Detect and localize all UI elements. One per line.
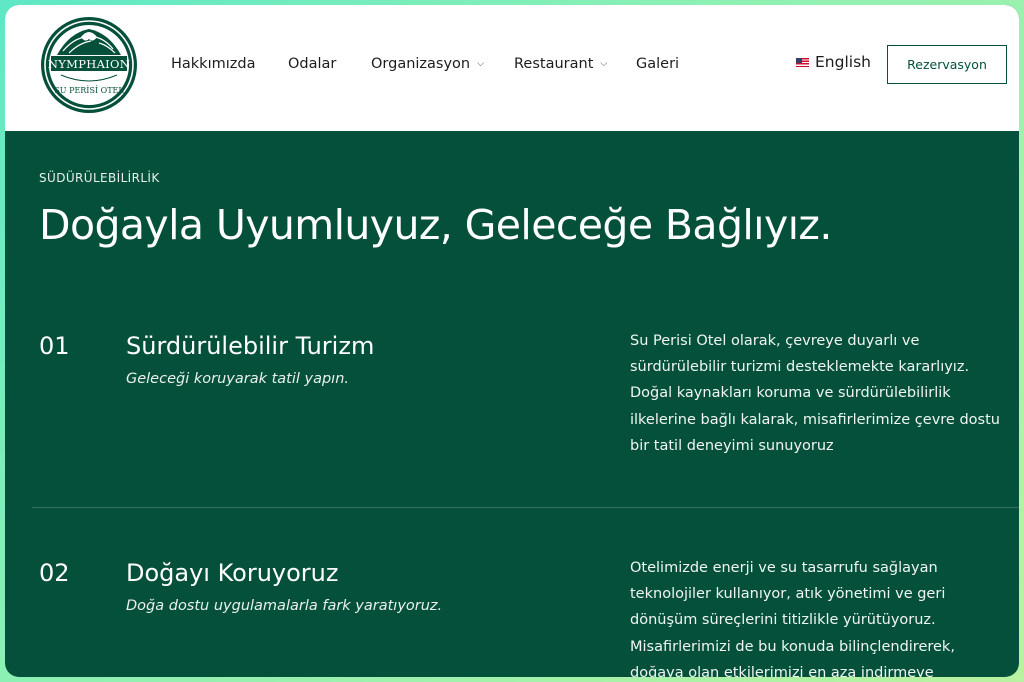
section-eyebrow: SÜDÜRÜLEBİLİRLİK <box>39 171 160 185</box>
feature-description: Su Perisi Otel olarak, çevreye duyarlı v… <box>630 333 1000 454</box>
nav-item-label: Organizasyon <box>371 56 471 72</box>
nav-item-galeri[interactable]: Galeri <box>636 56 679 72</box>
chevron-down-icon: ⌵ <box>477 59 484 69</box>
chevron-down-icon: ⌵ <box>600 59 608 69</box>
nav-item-label: Odalar <box>288 56 337 72</box>
logo-wordmark: NYMPHAION <box>48 57 130 71</box>
site-header: NYMPHAION SU PERİSİ OTEL Hakkımızda Odal… <box>5 5 1019 131</box>
logo-tagline: SU PERİSİ OTEL <box>54 86 124 95</box>
reservation-button[interactable]: Rezervasyon <box>887 45 1007 84</box>
language-label: English <box>815 53 871 71</box>
feature-title: Sürdürülebilir Turizm <box>126 332 375 360</box>
row-divider <box>32 507 1019 508</box>
nav-item-hakkimizda[interactable]: Hakkımızda <box>171 56 255 72</box>
nav-item-restaurant[interactable]: Restaurant ⌵ <box>514 56 607 72</box>
feature-subtitle: Doğa dostu uygulamalarla fark yaratıyoru… <box>126 598 443 614</box>
nav-item-organizasyon[interactable]: Organizasyon ⌵ <box>371 56 484 72</box>
feature-number: 02 <box>39 559 70 587</box>
section-title: Doğayla Uyumluyuz, Geleceğe Bağlıyız. <box>39 201 832 249</box>
feature-title: Doğayı Koruyoruz <box>126 559 339 587</box>
nav-item-label: Restaurant <box>514 56 594 72</box>
nav-item-label: Hakkımızda <box>171 56 256 72</box>
feature-number: 01 <box>39 332 70 360</box>
feature-subtitle: Geleceği koruyarak tatil yapın. <box>126 371 350 387</box>
nymphaion-logo[interactable]: NYMPHAION SU PERİSİ OTEL <box>39 15 139 115</box>
nav-item-odalar[interactable]: Odalar <box>288 56 336 72</box>
nav-item-label: Galeri <box>636 56 680 72</box>
us-flag-icon <box>796 57 809 67</box>
browser-viewport: NYMPHAION SU PERİSİ OTEL Hakkımızda Odal… <box>5 5 1019 677</box>
feature-description: Otelimizde enerji ve su tasarrufu sağlay… <box>630 560 955 677</box>
language-switcher[interactable]: English <box>796 53 871 71</box>
